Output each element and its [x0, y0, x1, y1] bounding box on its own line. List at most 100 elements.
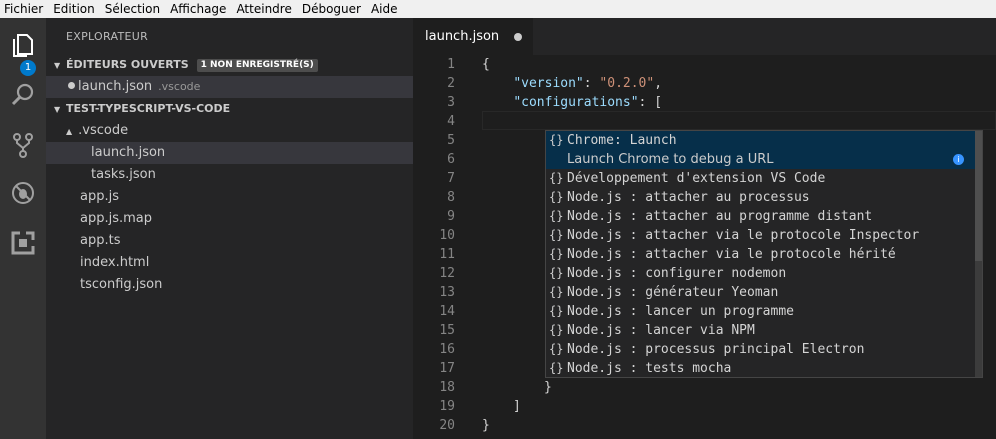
menu-aide[interactable]: Aide	[367, 0, 404, 18]
json-value: "0.2.0"	[599, 76, 655, 91]
line-number: 7	[447, 171, 455, 186]
suggest-label: Node.js : lancer via NPM	[567, 323, 755, 338]
search-icon[interactable]	[8, 80, 38, 110]
explorer-icon[interactable]	[8, 30, 38, 60]
snippet-icon: {}	[549, 209, 564, 223]
open-editors-header[interactable]: ▼ ÉDITEURS OUVERTS 1 NON ENREGISTRÉ(S)	[46, 54, 413, 76]
snippet-icon: {}	[549, 285, 564, 299]
menu-atteindre[interactable]: Atteindre	[232, 0, 297, 18]
suggest-item[interactable]: {} Node.js : attacher via le protocole In…	[546, 226, 976, 245]
suggest-item[interactable]: {} Développement d'extension VS Code	[546, 169, 976, 188]
tree-item-label: tasks.json	[91, 167, 156, 182]
project-header[interactable]: ▼ TEST-TYPESCRIPT-VS-CODE	[46, 98, 413, 120]
suggest-label: Node.js : attacher via le protocole Insp…	[567, 228, 920, 243]
suggest-label: Node.js : attacher au programme distant	[567, 209, 873, 224]
menu-bar: Fichier Edition Sélection Affichage Atte…	[0, 0, 996, 18]
tree-item-app-js-map[interactable]: app.js.map	[46, 208, 413, 230]
suggest-detail: Launch Chrome to debug a URL i	[546, 150, 976, 169]
json-key: "configurations"	[513, 95, 639, 110]
snippet-icon: {}	[549, 266, 564, 280]
tree-item-tsconfig-json[interactable]: tsconfig.json	[46, 274, 413, 296]
suggest-label: Node.js : attacher via le protocole héri…	[567, 247, 896, 262]
line-number: 13	[439, 285, 455, 300]
json-comma: ,	[654, 76, 663, 91]
tree-item-app-ts[interactable]: app.ts	[46, 230, 413, 252]
suggest-item[interactable]: {} Node.js : configurer nodemon	[546, 264, 976, 283]
line-number: 20	[439, 418, 455, 433]
suggest-item[interactable]: {} Node.js : générateur Yeoman	[546, 283, 976, 302]
snippet-icon: {}	[549, 323, 564, 337]
code-line-3: "configurations": [	[482, 93, 662, 112]
source-control-icon[interactable]	[8, 130, 38, 160]
suggest-item[interactable]: {} Node.js : attacher au processus	[546, 188, 976, 207]
line-number: 12	[439, 266, 455, 281]
project-label: TEST-TYPESCRIPT-VS-CODE	[66, 102, 231, 115]
line-number: 11	[439, 247, 455, 262]
snippet-icon: {}	[549, 171, 564, 185]
suggest-item[interactable]: {} Node.js : tests mocha	[546, 359, 976, 378]
suggest-label: Node.js : configurer nodemon	[567, 266, 787, 281]
suggest-widget: {} Chrome: Launch Launch Chrome to debug …	[545, 130, 983, 378]
suggest-item[interactable]: {} Node.js : attacher au programme distan…	[546, 207, 976, 226]
code-line-2: "version": "0.2.0",	[482, 74, 662, 93]
tree-item-tasks-json[interactable]: tasks.json	[46, 164, 413, 186]
tree-item-label: app.js	[80, 189, 119, 204]
line-number: 9	[447, 209, 455, 224]
tree-item-label: .vscode	[78, 123, 129, 138]
tree-item-index-html[interactable]: index.html	[46, 252, 413, 274]
expanded-arrow-icon: ▼	[54, 105, 61, 114]
suggest-label: Node.js : lancer un programme	[567, 304, 794, 319]
menu-affichage[interactable]: Affichage	[166, 0, 232, 18]
suggest-item[interactable]: {} Node.js : processus principal Electron	[546, 340, 976, 359]
suggest-item[interactable]: {} Node.js : lancer via NPM	[546, 321, 976, 340]
current-line-highlight	[482, 111, 996, 130]
menu-edition[interactable]: Edition	[49, 0, 101, 18]
suggest-item[interactable]: {} Node.js : lancer un programme	[546, 302, 976, 321]
unsaved-dot-icon[interactable]	[514, 33, 522, 41]
tree-item-label: index.html	[80, 255, 150, 270]
suggest-scrollbar-thumb[interactable]	[975, 131, 982, 261]
suggest-label: Node.js : processus principal Electron	[567, 342, 865, 357]
explorer-sidebar: EXPLORATEUR ▼ ÉDITEURS OUVERTS 1 NON ENREG…	[46, 18, 413, 439]
suggest-item[interactable]: {} Node.js : attacher via le protocole hé…	[546, 245, 976, 264]
tab-launch-json[interactable]: launch.json	[413, 18, 533, 55]
suggest-item-focused[interactable]: {} Chrome: Launch	[546, 131, 976, 150]
tree-item-launch-json[interactable]: launch.json	[46, 142, 413, 164]
menu-deboguer[interactable]: Déboguer	[298, 0, 367, 18]
explorer-title: EXPLORATEUR	[66, 30, 149, 43]
suggest-label: Chrome: Launch	[567, 133, 677, 148]
json-key: "version"	[513, 76, 584, 91]
debug-icon[interactable]	[8, 178, 38, 208]
line-number: 3	[447, 95, 455, 110]
line-number: 15	[439, 323, 455, 338]
tree-item-label: launch.json	[91, 145, 166, 160]
tree-folder-vscode[interactable]: ▲ .vscode	[46, 120, 413, 142]
explorer-badge: 1	[20, 60, 36, 76]
expanded-arrow-icon: ▼	[54, 61, 61, 70]
menu-selection[interactable]: Sélection	[101, 0, 166, 18]
snippet-icon: {}	[549, 342, 564, 356]
extensions-icon[interactable]	[8, 228, 38, 258]
json-separator: :	[583, 76, 600, 91]
line-number: 4	[447, 114, 455, 129]
tree-item-label: app.js.map	[80, 211, 153, 226]
code-line-20: }	[482, 418, 490, 433]
line-number: 8	[447, 190, 455, 205]
open-editor-item[interactable]: launch.json .vscode	[46, 76, 413, 98]
suggest-scrollbar[interactable]	[975, 131, 982, 377]
info-icon[interactable]: i	[953, 154, 964, 165]
suggest-label: Développement d'extension VS Code	[567, 171, 826, 186]
snippet-icon: {}	[549, 361, 564, 375]
open-editor-file: launch.json	[78, 79, 153, 94]
line-number: 2	[447, 76, 455, 91]
line-number: 10	[439, 228, 455, 243]
line-number: 18	[439, 380, 455, 395]
snippet-icon: {}	[549, 247, 564, 261]
line-number: 17	[439, 361, 455, 376]
suggest-detail-text: Launch Chrome to debug a URL	[567, 152, 774, 167]
editor-tab-bar: launch.json	[413, 18, 996, 55]
tab-label: launch.json	[425, 29, 500, 44]
snippet-icon: {}	[549, 304, 564, 318]
tree-item-app-js[interactable]: app.js	[46, 186, 413, 208]
menu-fichier[interactable]: Fichier	[0, 0, 49, 18]
